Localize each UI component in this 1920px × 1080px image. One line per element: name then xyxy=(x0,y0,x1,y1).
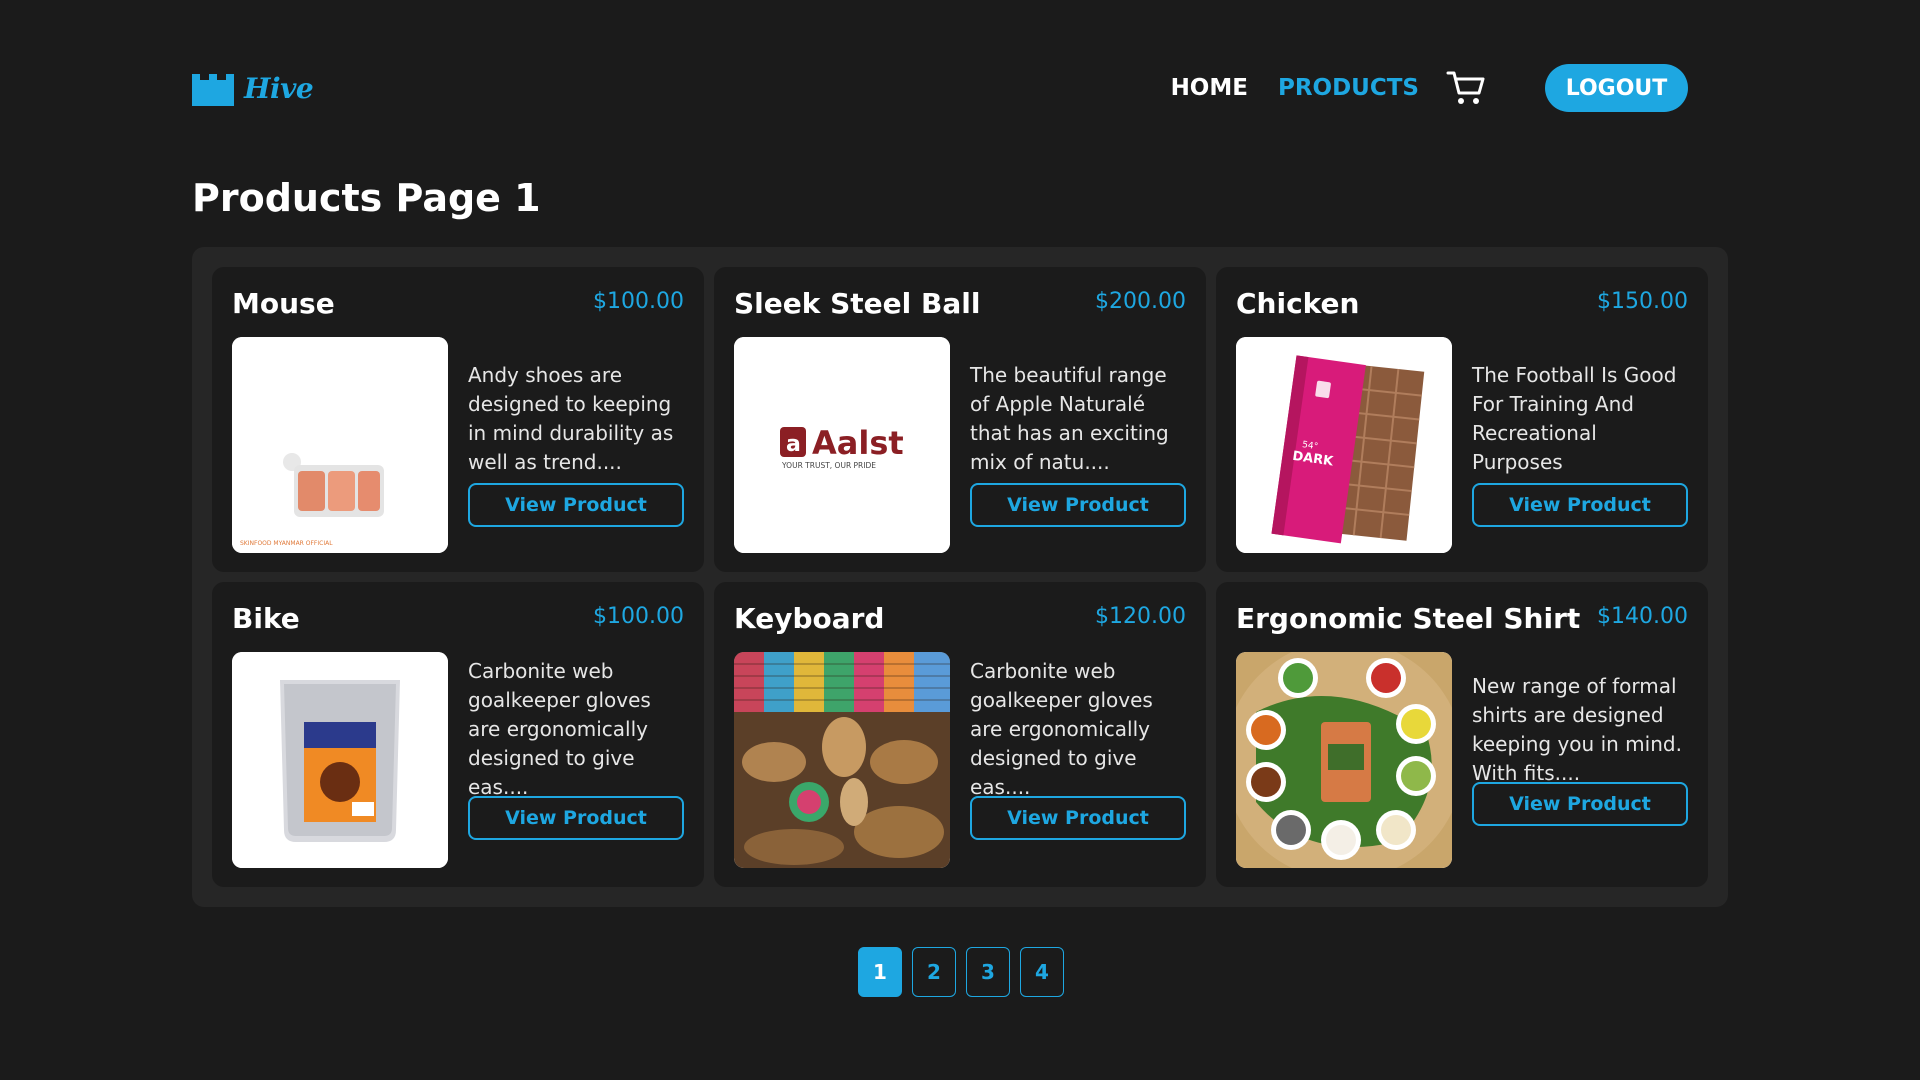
product-image[interactable]: 54° DARK xyxy=(1236,337,1452,553)
food-platter-image xyxy=(1236,652,1452,868)
product-image[interactable]: a Aalst YOUR TRUST, OUR PRIDE xyxy=(734,337,950,553)
product-card: Sleek Steel Ball $200.00 a Aalst YOUR TR… xyxy=(714,267,1206,572)
aalst-logo-image: a Aalst YOUR TRUST, OUR PRIDE xyxy=(734,337,950,553)
product-image[interactable] xyxy=(734,652,950,868)
product-description: Andy shoes are designed to keeping in mi… xyxy=(468,363,674,474)
product-name: Ergonomic Steel Shirt xyxy=(1236,602,1581,635)
products-page: Hive HOME PRODUCTS LOGOUT Products Page … xyxy=(0,0,1920,1080)
cosmetic-tray-image: SKINFOOD MYANMAR OFFICIAL xyxy=(232,337,448,553)
page-button-1[interactable]: 1 xyxy=(858,947,902,997)
product-description: New range of formal shirts are designed … xyxy=(1472,674,1682,785)
top-navbar: Hive HOME PRODUCTS LOGOUT xyxy=(192,58,1688,118)
svg-text:SKINFOOD MYANMAR OFFICIAL: SKINFOOD MYANMAR OFFICIAL xyxy=(240,540,333,547)
woven-baskets-image xyxy=(734,652,950,868)
hive-logo-icon xyxy=(192,74,234,106)
shopping-cart-icon[interactable] xyxy=(1445,66,1489,110)
main-nav: HOME PRODUCTS LOGOUT xyxy=(1171,64,1688,112)
product-description: Carbonite web goalkeeper gloves are ergo… xyxy=(970,659,1153,799)
view-product-button[interactable]: View Product xyxy=(1472,483,1688,527)
food-pouch-image xyxy=(232,652,448,868)
product-image[interactable] xyxy=(232,652,448,868)
product-price: $100.00 xyxy=(593,289,684,314)
view-product-button[interactable]: View Product xyxy=(970,796,1186,840)
view-product-button[interactable]: View Product xyxy=(970,483,1186,527)
product-description: The beautiful range of Apple Naturalé th… xyxy=(970,363,1169,474)
product-card: Ergonomic Steel Shirt $140.00 New range … xyxy=(1216,582,1708,887)
logout-button[interactable]: LOGOUT xyxy=(1545,64,1688,112)
nav-products-link[interactable]: PRODUCTS xyxy=(1278,75,1419,101)
product-name: Keyboard xyxy=(734,602,885,635)
product-price: $200.00 xyxy=(1095,289,1186,314)
product-price: $150.00 xyxy=(1597,289,1688,314)
svg-text:Aalst: Aalst xyxy=(812,424,904,462)
product-card: Mouse $100.00 SKINFOOD MYANMAR OFFICIAL … xyxy=(212,267,704,572)
page-button-3[interactable]: 3 xyxy=(966,947,1010,997)
product-image[interactable] xyxy=(1236,652,1452,868)
product-price: $100.00 xyxy=(593,604,684,629)
product-name: Mouse xyxy=(232,287,335,320)
page-button-4[interactable]: 4 xyxy=(1020,947,1064,997)
product-description: The Football Is Good For Training And Re… xyxy=(1472,363,1677,474)
product-description: Carbonite web goalkeeper gloves are ergo… xyxy=(468,659,651,799)
product-name: Bike xyxy=(232,602,300,635)
product-image[interactable]: SKINFOOD MYANMAR OFFICIAL xyxy=(232,337,448,553)
brand-logo[interactable]: Hive xyxy=(192,70,314,106)
product-card: Chicken $150.00 54° DARK The Football Is… xyxy=(1216,267,1708,572)
svg-text:a: a xyxy=(786,432,801,457)
product-name: Sleek Steel Ball xyxy=(734,287,981,320)
pagination: 1 2 3 4 xyxy=(858,947,1064,997)
nav-home-link[interactable]: HOME xyxy=(1171,75,1248,101)
page-title: Products Page 1 xyxy=(192,176,541,220)
view-product-button[interactable]: View Product xyxy=(1472,782,1688,826)
product-card: Bike $100.00 Carbonite web goalkeeper gl… xyxy=(212,582,704,887)
chocolate-bar-image: 54° DARK xyxy=(1236,337,1452,553)
svg-text:YOUR TRUST, OUR PRIDE: YOUR TRUST, OUR PRIDE xyxy=(781,461,876,470)
product-price: $140.00 xyxy=(1597,604,1688,629)
view-product-button[interactable]: View Product xyxy=(468,483,684,527)
brand-name: Hive xyxy=(244,71,314,105)
view-product-button[interactable]: View Product xyxy=(468,796,684,840)
product-card: Keyboard $120.00 Carbonite web goalkeepe… xyxy=(714,582,1206,887)
product-name: Chicken xyxy=(1236,287,1360,320)
page-button-2[interactable]: 2 xyxy=(912,947,956,997)
product-grid: Mouse $100.00 SKINFOOD MYANMAR OFFICIAL … xyxy=(192,247,1728,907)
product-price: $120.00 xyxy=(1095,604,1186,629)
